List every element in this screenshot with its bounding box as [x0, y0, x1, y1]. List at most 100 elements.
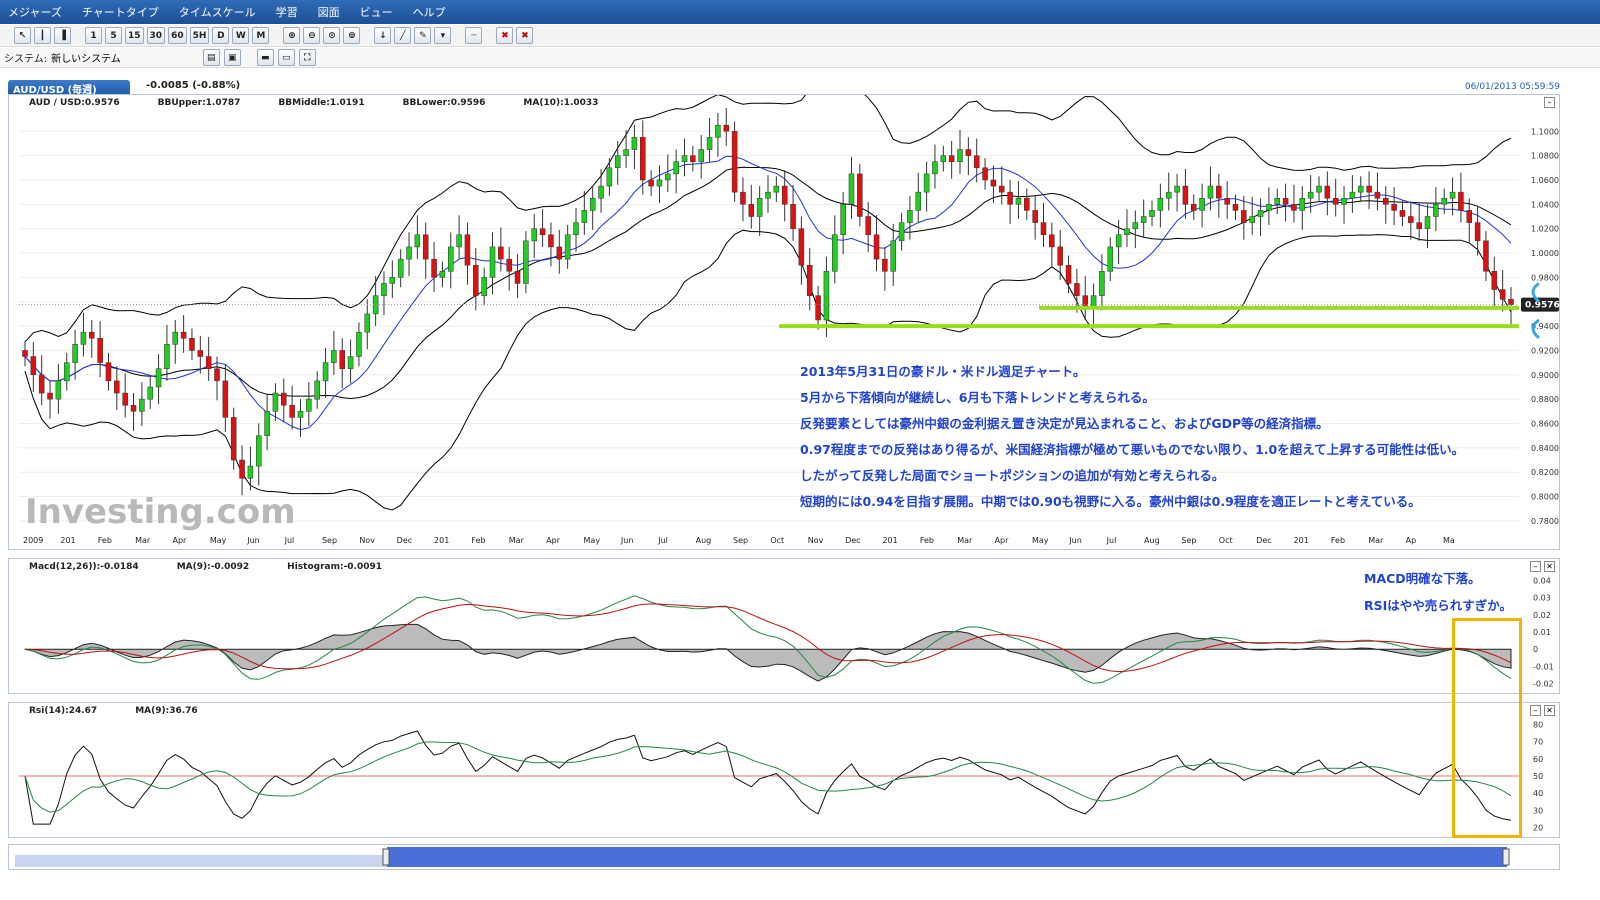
- candle-body: [139, 398, 145, 412]
- y-tick-label: 0.9800: [1531, 273, 1559, 282]
- timeframe-60[interactable]: 60: [168, 27, 187, 44]
- fullscreen-icon[interactable]: ⛶: [298, 49, 316, 66]
- timeframe-d[interactable]: D: [212, 27, 230, 44]
- candle-body: [1474, 222, 1481, 242]
- rsi-chart[interactable]: 20 30 40 50 60 70 80: [9, 703, 1559, 837]
- candle-body: [523, 240, 529, 284]
- candle-body: [498, 246, 504, 260]
- candle-body: [1366, 185, 1372, 193]
- image-icon[interactable]: ▭: [277, 49, 295, 66]
- y-tick-label: 50: [1533, 772, 1543, 781]
- candle-body: [130, 404, 137, 412]
- candle-body: [30, 356, 37, 376]
- y-tick-label: 40: [1533, 789, 1543, 798]
- candle-body: [698, 149, 704, 162]
- candle-body: [1040, 222, 1047, 236]
- trendline-icon[interactable]: ╱: [394, 27, 412, 44]
- x-tick-label: Oct: [1219, 536, 1233, 545]
- menu-drawing[interactable]: 図面: [318, 4, 340, 20]
- candle-body: [481, 277, 487, 296]
- menu-time-scale[interactable]: タイムスケール: [179, 4, 256, 20]
- candle-body: [990, 179, 997, 187]
- system-value[interactable]: 新しいシステム: [51, 50, 121, 65]
- macd-chart[interactable]: -0.02 -0.01 0 0.01 0.02 0.03 0.04: [9, 559, 1559, 693]
- candle-body: [1232, 204, 1239, 211]
- candle-body: [873, 234, 880, 260]
- candle-body: [356, 331, 362, 357]
- candle-body: [548, 234, 554, 248]
- timeframe-5[interactable]: 5: [105, 27, 122, 44]
- delete-drawing-icon[interactable]: ✖: [496, 27, 514, 44]
- x-tick-label: Apr: [546, 536, 561, 545]
- candle-body: [80, 331, 87, 345]
- candle-body: [581, 210, 588, 223]
- y-tick-label: 0.03: [1533, 594, 1551, 603]
- zoom-fit-icon[interactable]: ⊙: [323, 27, 341, 44]
- candle-body: [347, 356, 354, 369]
- x-tick-label: Nov: [808, 536, 824, 545]
- print-icon[interactable]: ▬: [256, 49, 274, 66]
- candle-body: [489, 246, 496, 278]
- candle-body: [1408, 216, 1414, 223]
- menu-chart-type[interactable]: チャートタイプ: [82, 4, 159, 20]
- y-tick-label: 1.0200: [1531, 225, 1559, 234]
- navigator-chart[interactable]: [9, 845, 1559, 869]
- candlestick-icon[interactable]: ▐: [54, 27, 71, 44]
- x-tick-label: Apr: [172, 536, 187, 545]
- timeframe-30[interactable]: 30: [146, 27, 166, 44]
- menu-measures[interactable]: メジャーズ: [8, 4, 62, 20]
- x-tick-label: Nov: [359, 536, 375, 545]
- candle-body: [289, 404, 295, 418]
- candle-body: [1282, 197, 1289, 205]
- candle-body: [1299, 197, 1306, 211]
- timeframe-w[interactable]: W: [232, 27, 250, 44]
- zoom-in-icon[interactable]: ⊕: [283, 27, 301, 44]
- pencil-icon[interactable]: ✎: [414, 27, 432, 44]
- candle-body: [1157, 197, 1164, 211]
- candle-body: [147, 386, 153, 400]
- price-tag-label: 0.9576: [1525, 301, 1559, 311]
- candle-body: [63, 362, 70, 382]
- timeframe-15[interactable]: 15: [125, 27, 144, 44]
- zoom-out-icon[interactable]: ⊖: [303, 27, 321, 44]
- x-tick-label: Aug: [696, 536, 712, 545]
- menu-help[interactable]: ヘルプ: [413, 4, 446, 20]
- timeframe-1[interactable]: 1: [85, 27, 102, 44]
- candle-body: [105, 362, 112, 382]
- candle-body: [189, 338, 195, 351]
- x-tick-label: Mar: [1368, 536, 1384, 545]
- candle-body: [205, 356, 212, 369]
- candle-body: [1099, 271, 1105, 296]
- x-tick-label: 201: [434, 536, 449, 545]
- delete-all-icon[interactable]: ✖: [516, 27, 534, 44]
- candle-body: [715, 124, 721, 138]
- y-tick-label: 30: [1533, 806, 1543, 815]
- timeframe-m[interactable]: M: [252, 27, 270, 44]
- crosshair-icon[interactable]: ┄: [465, 27, 483, 44]
- menu-learn[interactable]: 学習: [276, 4, 298, 20]
- candle-body: [823, 271, 830, 321]
- candle-body: [506, 258, 512, 272]
- candle-body: [781, 185, 788, 205]
- symbol-tab[interactable]: AUD/USD (毎週): [8, 80, 130, 96]
- timeframe-5h[interactable]: 5H: [189, 27, 210, 44]
- time-navigator[interactable]: [8, 844, 1560, 870]
- download-icon[interactable]: ↓: [374, 27, 392, 44]
- menu-view[interactable]: ビュー: [360, 4, 393, 20]
- pointer-icon[interactable]: ↖: [14, 27, 31, 44]
- candle-body: [1499, 289, 1506, 300]
- system-open-icon[interactable]: ▤: [202, 49, 220, 66]
- x-tick-label: May: [584, 536, 601, 545]
- candle-body: [640, 137, 646, 181]
- dropdown-arrow-icon[interactable]: ▾: [434, 27, 452, 44]
- candle-body: [1057, 246, 1063, 266]
- price-chart[interactable]: 0.7800 0.8000 0.8200 0.8400 0.8600 0.8800 0.90…: [9, 95, 1559, 549]
- macd-histogram: [24, 623, 1512, 682]
- macd-line: [24, 595, 1512, 684]
- system-save-icon[interactable]: ▣: [223, 49, 241, 66]
- candle-body: [473, 264, 479, 296]
- zoom-reset-icon[interactable]: ⊚: [343, 27, 361, 44]
- candle-body: [1424, 216, 1431, 229]
- bar-chart-icon[interactable]: ┃: [34, 27, 51, 44]
- candle-body: [1341, 197, 1347, 205]
